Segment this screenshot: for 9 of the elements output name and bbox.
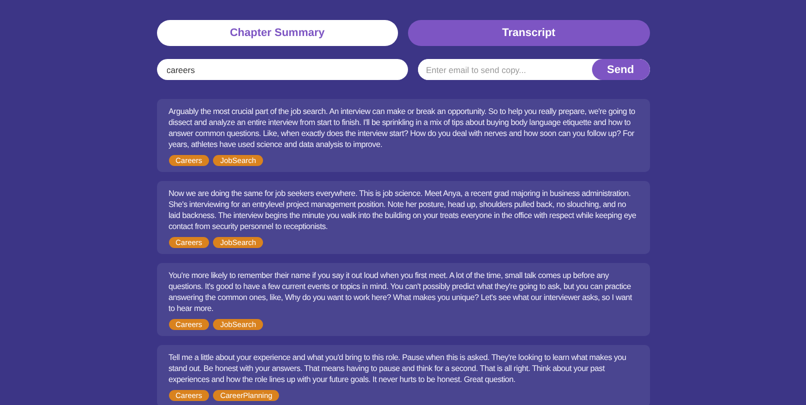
tab[interactable]: Chapter Summary xyxy=(156,20,398,46)
email-field[interactable]: Enter email to send copy... Send xyxy=(418,59,650,80)
transcript-text: Now we are doing the same for job seekers everywhere. This is job science. Meet Anya, a recent grad majoring in business administration. She's interviewing for an entrylevel project management position. Note her posture, head up, shoulders pulled back, no slouching, and no laid backness. The interview begins the minute you walk into the building on your treats everyone in the office with respect while keeping eye contact from security personnel to receptionists. xyxy=(168,188,638,232)
transcript-text: Arguably the most crucial part of the job search. An interview can make or break an opportunity. So to help you really prepare, we're going to dissect and analyze an entire interview from start to finish. I'll be sprinkling in a mix of tips about buying body language etiquette and how to answer common questions. Like, when exactly does the interview start? How do you deal with nerves and how soon can you follow up? For years, athletes have used science and data analysis to improve. xyxy=(168,106,636,150)
transcript-text: Tell me a little about your experience and what you'd bring to this role. Pause when this is asked. They're looking to learn what makes you stand out. Be honest with your answers. That means having to pause and think for a second. That is all right. Think about your past experiences and how the role lines up with your future goals. It never hurts to be honest. Great question. xyxy=(168,352,628,385)
search-field[interactable]: careers xyxy=(156,59,408,80)
send-button[interactable]: Send xyxy=(592,59,650,80)
tab[interactable]: Transcript xyxy=(408,20,650,46)
transcript-text: You're more likely to remember their name if you say it out loud when you first meet. A lot of the time, small talk comes up before any questions. It's good to have a few current events or topics in mind. You can't possibly predict what they're going to ask, but you can practice answering the common ones, like, Why do you want to work here? What makes you unique? Let's see what our interviewer asks, so I want to hear more. xyxy=(168,270,633,314)
